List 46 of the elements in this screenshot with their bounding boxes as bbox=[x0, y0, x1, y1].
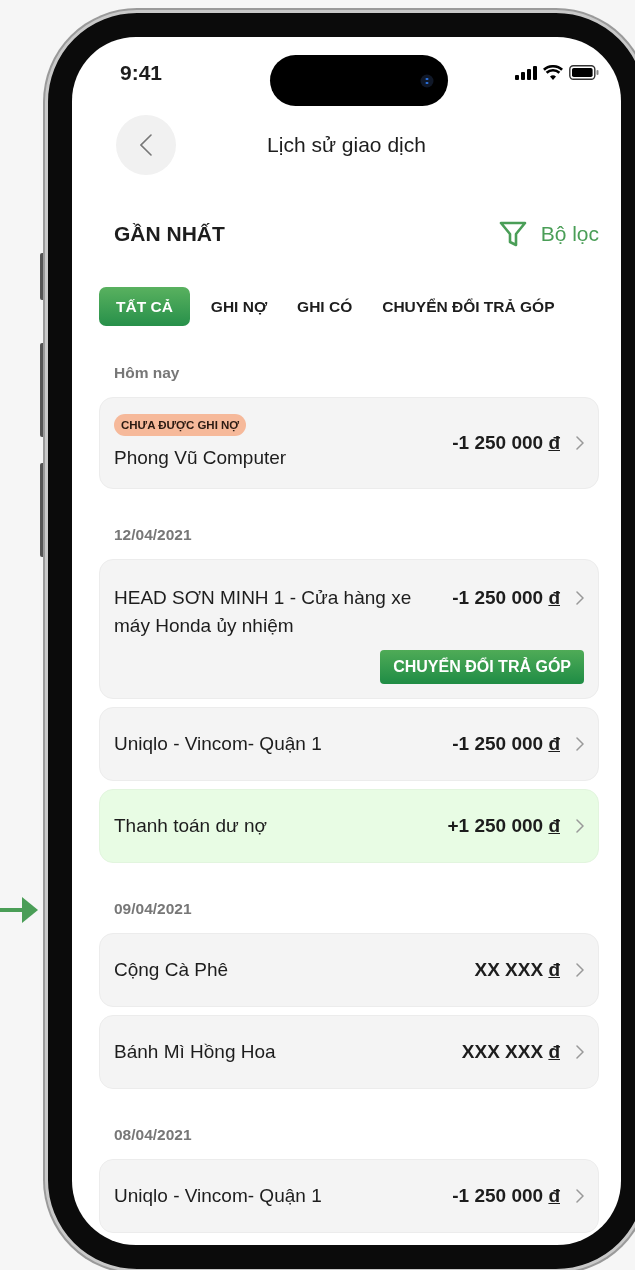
amount: -1 250 000 đ bbox=[452, 1185, 560, 1207]
amount: -1 250 000 đ bbox=[452, 586, 560, 610]
chevron-right-icon bbox=[576, 819, 584, 833]
merchant-name: Bánh Mì Hồng Hoa bbox=[114, 1040, 276, 1064]
transaction-card[interactable]: CHƯA ĐƯỢC GHI NỢ Phong Vũ Computer -1 250 000 đ bbox=[99, 397, 599, 489]
chevron-right-icon bbox=[576, 737, 584, 751]
transaction-card[interactable]: Uniqlo - Vincom- Quận 1 -1 250 000 đ bbox=[99, 707, 599, 781]
chevron-right-icon bbox=[576, 1189, 584, 1203]
status-badge: CHƯA ĐƯỢC GHI NỢ bbox=[114, 414, 247, 436]
merchant-name: Uniqlo - Vincom- Quận 1 bbox=[114, 732, 322, 756]
transaction-card[interactable]: Cộng Cà Phê XX XXX đ bbox=[99, 933, 599, 1007]
amount: XX XXX đ bbox=[474, 959, 560, 981]
amount: +1 250 000 đ bbox=[447, 815, 560, 837]
merchant-name: Thanh toán dư nợ bbox=[114, 814, 267, 838]
chevron-right-icon bbox=[576, 1045, 584, 1059]
wifi-icon bbox=[543, 65, 563, 80]
merchant-name: Uniqlo - Vincom- Quận 1 bbox=[114, 1184, 322, 1208]
amount: XXX XXX đ bbox=[461, 1041, 560, 1063]
back-icon bbox=[140, 134, 152, 156]
arrow-icon bbox=[0, 896, 38, 924]
date-label: Hôm nay bbox=[114, 363, 181, 383]
chevron-right-icon bbox=[576, 591, 584, 605]
merchant-name: Cộng Cà Phê bbox=[114, 958, 229, 982]
section-title: GẦN NHẤT bbox=[114, 222, 225, 246]
filter-tab[interactable]: CHUYỂN ĐỔI TRẢ GÓP bbox=[367, 287, 570, 326]
transaction-card[interactable]: Bánh Mì Hồng Hoa XXX XXX đ bbox=[99, 1015, 599, 1089]
camera-icon bbox=[419, 73, 434, 88]
merchant-name: HEAD SƠN MINH 1 - Cửa hàng xe máy Honda ủy nhiệm bbox=[114, 586, 413, 638]
amount: -1 250 000 đ bbox=[452, 733, 560, 755]
merchant-name: Phong Vũ Computer bbox=[114, 446, 287, 470]
filter-tab[interactable]: GHI CÓ bbox=[282, 287, 368, 326]
filter-tab[interactable]: GHI NỢ bbox=[195, 287, 283, 326]
amount: -1 250 000 đ bbox=[452, 432, 560, 454]
battery-icon bbox=[569, 65, 599, 80]
filter-icon bbox=[498, 220, 527, 248]
chevron-right-icon bbox=[576, 436, 584, 450]
chevron-right-icon bbox=[576, 963, 584, 977]
date-label: 09/04/2021 bbox=[114, 899, 193, 919]
status-time: 9:41 bbox=[120, 61, 163, 85]
date-label: 12/04/2021 bbox=[114, 525, 193, 545]
transaction-card[interactable]: Thanh toán dư nợ +1 250 000 đ bbox=[99, 789, 599, 863]
page-title: Lịch sử giao dịch bbox=[267, 133, 426, 156]
transaction-card[interactable]: Uniqlo - Vincom- Quận 1 -1 250 000 đ bbox=[99, 1159, 599, 1233]
signal-icon bbox=[515, 65, 537, 80]
transaction-card[interactable]: HEAD SƠN MINH 1 - Cửa hàng xe máy Honda ủy nhiệm -1 250 000 đ CHUYỂN ĐỔI TRẢ GÓP bbox=[99, 559, 599, 699]
date-label: 08/04/2021 bbox=[114, 1125, 193, 1145]
